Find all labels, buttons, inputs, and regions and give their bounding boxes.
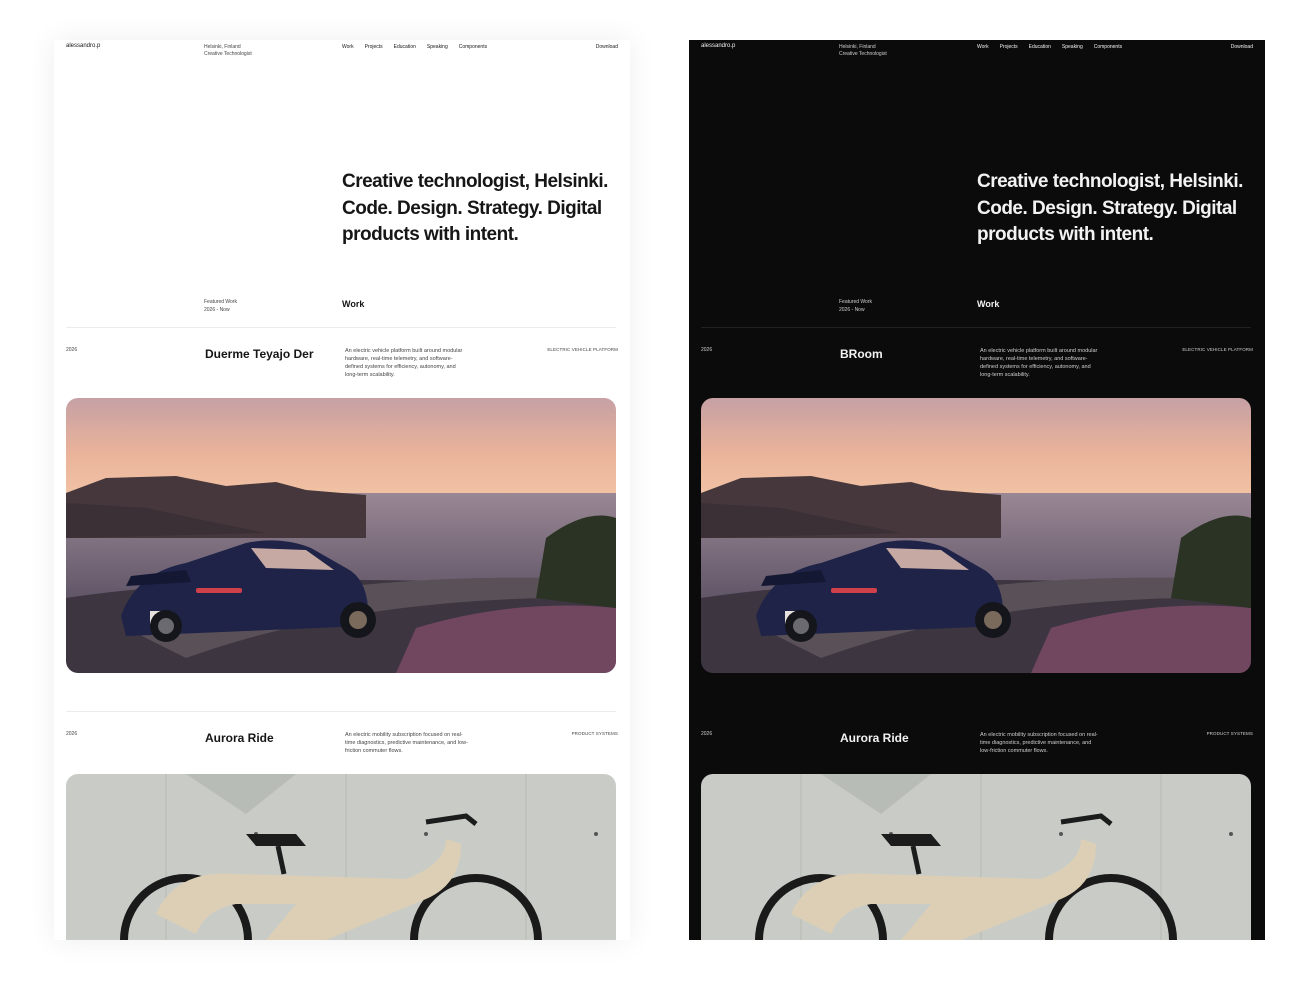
brand-logo[interactable]: alessandro.p [66, 43, 100, 49]
nav-work[interactable]: Work [977, 44, 989, 50]
nav-speaking[interactable]: Speaking [1062, 44, 1083, 50]
project-tag: ELECTRIC VEHICLE PLATFORM [547, 347, 618, 352]
description-line: long-term scalability. [980, 372, 1030, 378]
electric-bike-concrete-wall-image[interactable] [701, 774, 1251, 940]
role-text: Creative Technologist [204, 51, 252, 57]
featured-range: 2026 - Now [204, 307, 230, 313]
project-tag: PRODUCT SYSTEMS [1206, 731, 1253, 736]
header-location: Helsinki, Finland Creative Technologist [204, 44, 252, 58]
project-description: An electric mobility subscription focuse… [345, 731, 479, 755]
nav-education[interactable]: Education [1029, 44, 1051, 50]
description-line: time diagnostics, predictive maintenance… [345, 740, 468, 746]
divider [66, 711, 616, 712]
description-line: An electric vehicle platform built aroun… [345, 348, 463, 354]
project-title[interactable]: Aurora Ride [840, 731, 909, 745]
hero-line: products with intent. [342, 224, 519, 245]
divider [66, 327, 616, 328]
header-location: Helsinki, Finland Creative Technologist [839, 44, 887, 58]
nav-speaking[interactable]: Speaking [427, 44, 448, 50]
featured-label: Featured Work [204, 299, 237, 305]
description-line: defined systems for efficiency, autonomy… [345, 364, 456, 370]
light-theme-preview: alessandro.p Helsinki, Finland Creative … [54, 40, 630, 940]
location-text: Helsinki, Finland [839, 44, 876, 50]
featured-work-meta: Featured Work 2026 - Now [204, 298, 237, 314]
hero-line: Code. Design. Strategy. Digital [977, 197, 1237, 219]
featured-range: 2026 - Now [839, 307, 865, 313]
project-title[interactable]: Aurora Ride [205, 731, 274, 745]
brand-logo[interactable]: alessandro.p [701, 43, 735, 49]
location-text: Helsinki, Finland [204, 44, 241, 50]
project-year: 2026 [66, 347, 78, 353]
project-year: 2026 [701, 731, 713, 737]
project-title[interactable]: BRoom [840, 347, 883, 361]
description-line: hardware, real-time telemetry, and softw… [345, 356, 453, 362]
nav-work[interactable]: Work [342, 44, 354, 50]
work-section-title: Work [342, 299, 365, 309]
dark-theme-preview: alessandro.p Helsinki, Finland Creative … [689, 40, 1265, 940]
project-description: An electric vehicle platform built aroun… [980, 347, 1114, 379]
hero-line: Code. Design. Strategy. Digital [342, 197, 602, 219]
nav-projects[interactable]: Projects [1000, 44, 1018, 50]
role-text: Creative Technologist [839, 51, 887, 57]
project-title[interactable]: Duerme Teyajo Der [205, 347, 314, 361]
featured-label: Featured Work [839, 299, 872, 305]
divider [701, 327, 1251, 328]
main-nav: Work Projects Education Speaking Compone… [977, 44, 1122, 50]
description-line: An electric mobility subscription focuse… [980, 732, 1098, 738]
electric-bike-concrete-wall-image[interactable] [66, 774, 616, 940]
project-tag: PRODUCT SYSTEMS [571, 731, 618, 736]
description-line: An electric mobility subscription focuse… [345, 732, 463, 738]
sports-car-coastal-sunset-image[interactable] [701, 398, 1251, 673]
description-line: friction commuter flows. [345, 748, 403, 754]
description-line: low-friction commuter flows. [980, 748, 1048, 754]
description-line: long-term scalability. [345, 372, 395, 378]
description-line: hardware, real-time telemetry, and softw… [980, 356, 1088, 362]
work-section-title: Work [977, 299, 1000, 309]
nav-components[interactable]: Components [459, 44, 487, 50]
description-line: time diagnostics, predictive maintenance… [980, 740, 1092, 746]
project-description: An electric vehicle platform built aroun… [345, 347, 479, 379]
project-description: An electric mobility subscription focuse… [980, 731, 1114, 755]
download-link[interactable]: Download [596, 44, 618, 50]
project-year: 2026 [66, 731, 78, 737]
main-nav: Work Projects Education Speaking Compone… [342, 44, 487, 50]
nav-projects[interactable]: Projects [365, 44, 383, 50]
description-line: An electric vehicle platform built aroun… [980, 348, 1098, 354]
sports-car-coastal-sunset-image[interactable] [66, 398, 616, 673]
project-year: 2026 [701, 347, 713, 353]
hero-line: Creative technologist, Helsinki. [342, 171, 608, 192]
featured-work-meta: Featured Work 2026 - Now [839, 298, 872, 314]
nav-education[interactable]: Education [394, 44, 416, 50]
nav-components[interactable]: Components [1094, 44, 1122, 50]
hero-line: products with intent. [977, 224, 1154, 245]
project-tag: ELECTRIC VEHICLE PLATFORM [1182, 347, 1253, 352]
download-link[interactable]: Download [1231, 44, 1253, 50]
hero-headline: Creative technologist, Helsinki. Code. D… [342, 169, 610, 249]
hero-headline: Creative technologist, Helsinki. Code. D… [977, 169, 1245, 249]
description-line: defined systems for efficiency, autonomy… [980, 364, 1091, 370]
hero-line: Creative technologist, Helsinki. [977, 171, 1243, 192]
